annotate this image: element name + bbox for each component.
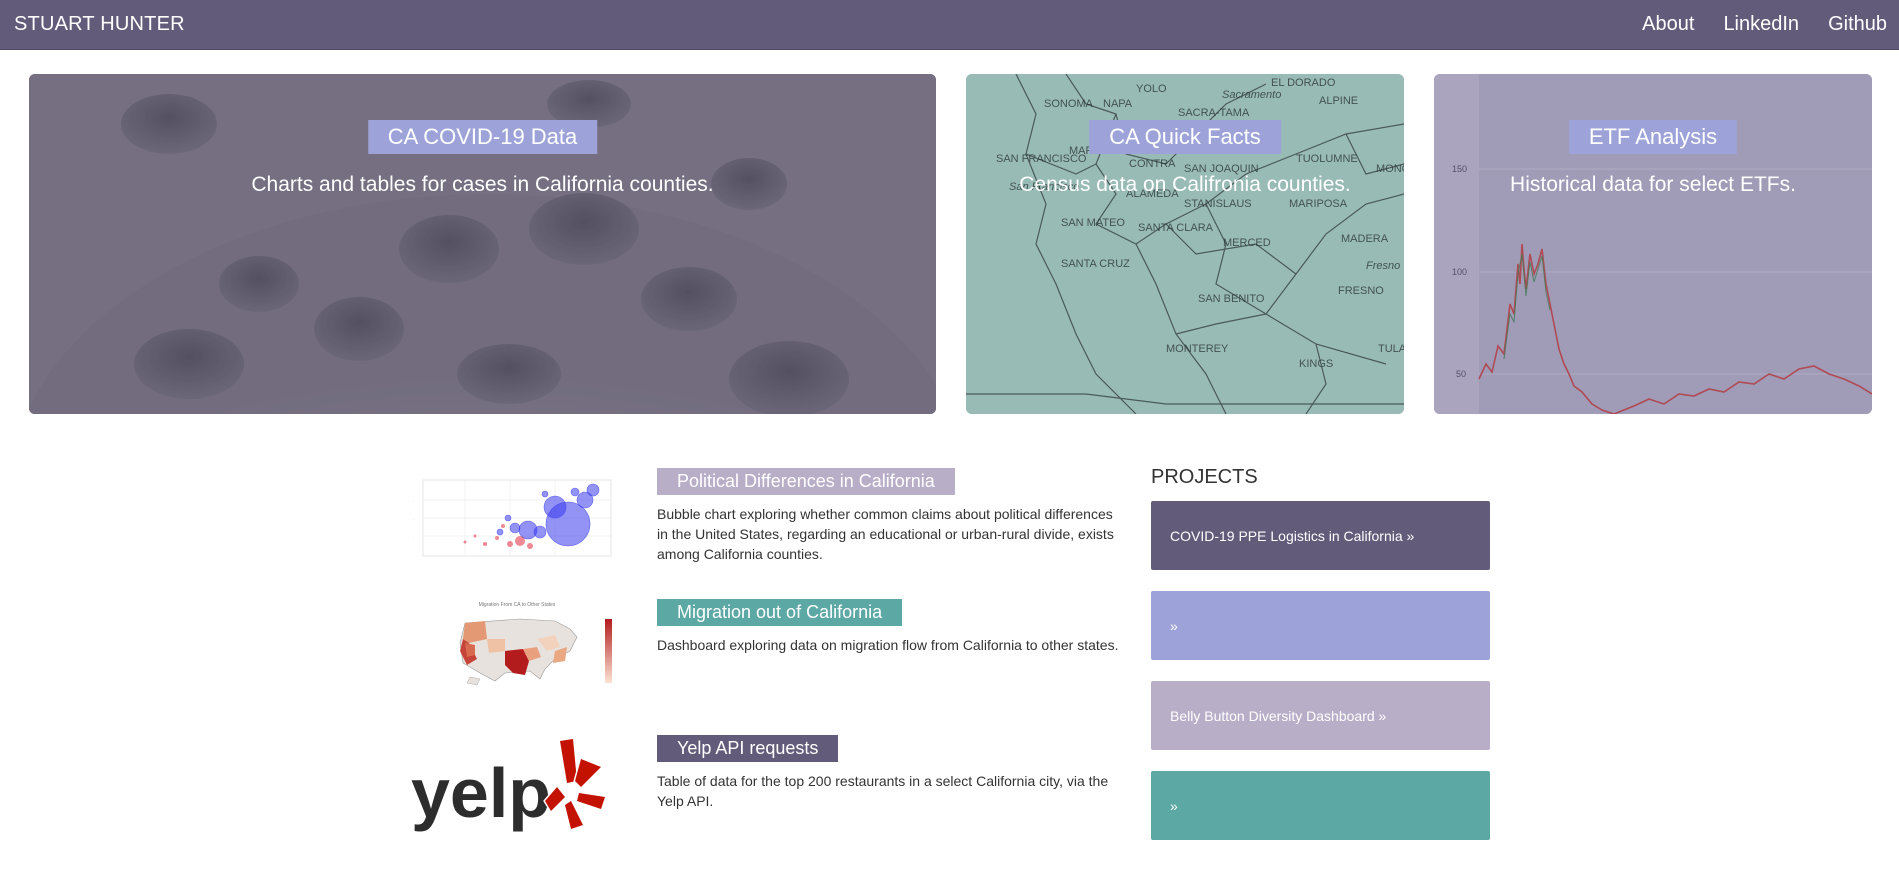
map-label: KINGS xyxy=(1299,358,1333,370)
featured-description: Bubble chart exploring whether common cl… xyxy=(657,506,1114,562)
axis-tick: 100 xyxy=(1452,267,1467,277)
map-label: SACRA-TAMA xyxy=(1178,107,1250,119)
map-label: SANTA CRUZ xyxy=(1061,258,1130,270)
map-label: SANTA CLARA xyxy=(1138,222,1214,234)
site-brand[interactable]: STUART HUNTER xyxy=(14,13,185,36)
map-label: NAPA xyxy=(1103,98,1133,110)
hero-card-quick-facts[interactable]: SONOMA NAPA YOLO EL DORADO Sacramento SA… xyxy=(966,74,1404,414)
hero-card-covid[interactable]: CA COVID-19 Data Charts and tables for c… xyxy=(29,74,936,414)
featured-item-political: ... Political Differences in California … xyxy=(405,468,1125,568)
featured-description: Dashboard exploring data on migration fl… xyxy=(657,637,1119,653)
featured-title[interactable]: Political Differences in California xyxy=(657,468,955,495)
hero-card-description: Historical data for select ETFs. xyxy=(1510,173,1796,196)
map-label: TUOLUMNE xyxy=(1296,153,1358,165)
thumbnail-caption: Migration From CA to Other States xyxy=(479,602,556,608)
map-label: TULA xyxy=(1378,343,1404,355)
map-label: MERCED xyxy=(1223,237,1271,249)
featured-description: Table of data for the top 200 restaurant… xyxy=(657,773,1109,809)
map-label: Sacramento xyxy=(1222,89,1281,101)
map-label: SAN BENITO xyxy=(1198,293,1265,305)
map-label: SONOMA xyxy=(1044,98,1094,110)
us-migration-map-thumbnail[interactable]: Migration From CA to Other States xyxy=(405,599,630,694)
bubble-chart-thumbnail[interactable]: ... xyxy=(405,472,630,568)
map-label: EL DORADO xyxy=(1271,77,1336,89)
top-navbar: STUART HUNTER About LinkedIn Github xyxy=(0,0,1899,50)
hero-card-title[interactable]: CA COVID-19 Data xyxy=(367,120,598,154)
svg-text:.: . xyxy=(413,534,414,539)
map-label: Fresno xyxy=(1366,260,1400,272)
hero-card-title[interactable]: CA Quick Facts xyxy=(1089,120,1281,154)
nav-link-linkedin[interactable]: LinkedIn xyxy=(1723,13,1799,36)
featured-item-migration: Migration From CA to Other States Migrat… xyxy=(405,599,1125,694)
nav-links: About LinkedIn Github xyxy=(1642,13,1887,36)
map-label: CONTRA xyxy=(1129,158,1176,170)
featured-title[interactable]: Yelp API requests xyxy=(657,735,839,762)
project-button-2[interactable]: » xyxy=(1151,591,1490,660)
map-label: SAN MATEO xyxy=(1061,217,1125,229)
nav-link-github[interactable]: Github xyxy=(1828,13,1887,36)
hero-card-description: Census data on Califronia counties. xyxy=(1019,173,1351,196)
hero-card-title[interactable]: ETF Analysis xyxy=(1568,120,1738,154)
yelp-logo[interactable]: yelp xyxy=(405,731,630,839)
map-label: MADERA xyxy=(1341,233,1389,245)
svg-text:.: . xyxy=(413,498,414,503)
hero-card-description: Charts and tables for cases in Californi… xyxy=(251,173,714,196)
yelp-logo-text: yelp xyxy=(411,754,551,832)
nav-link-about[interactable]: About xyxy=(1642,13,1694,36)
map-label: MONTEREY xyxy=(1166,343,1229,355)
map-label: ALPINE xyxy=(1319,95,1358,107)
axis-tick: 50 xyxy=(1456,369,1466,379)
featured-item-yelp: yelp Yelp API requests Table of data for… xyxy=(405,735,1125,845)
featured-title[interactable]: Migration out of California xyxy=(657,599,903,626)
project-button-belly-button[interactable]: Belly Button Diversity Dashboard » xyxy=(1151,681,1490,750)
hero-card-etf[interactable]: 150 100 50 ETF Analysis Historical data … xyxy=(1434,74,1872,414)
project-button-4[interactable]: » xyxy=(1151,771,1490,840)
project-button-ppe[interactable]: COVID-19 PPE Logistics in California » xyxy=(1151,501,1490,570)
map-label: FRESNO xyxy=(1338,285,1384,297)
projects-heading: PROJECTS xyxy=(1151,466,1258,488)
map-label: YOLO xyxy=(1136,83,1167,95)
svg-text:.: . xyxy=(413,516,414,521)
